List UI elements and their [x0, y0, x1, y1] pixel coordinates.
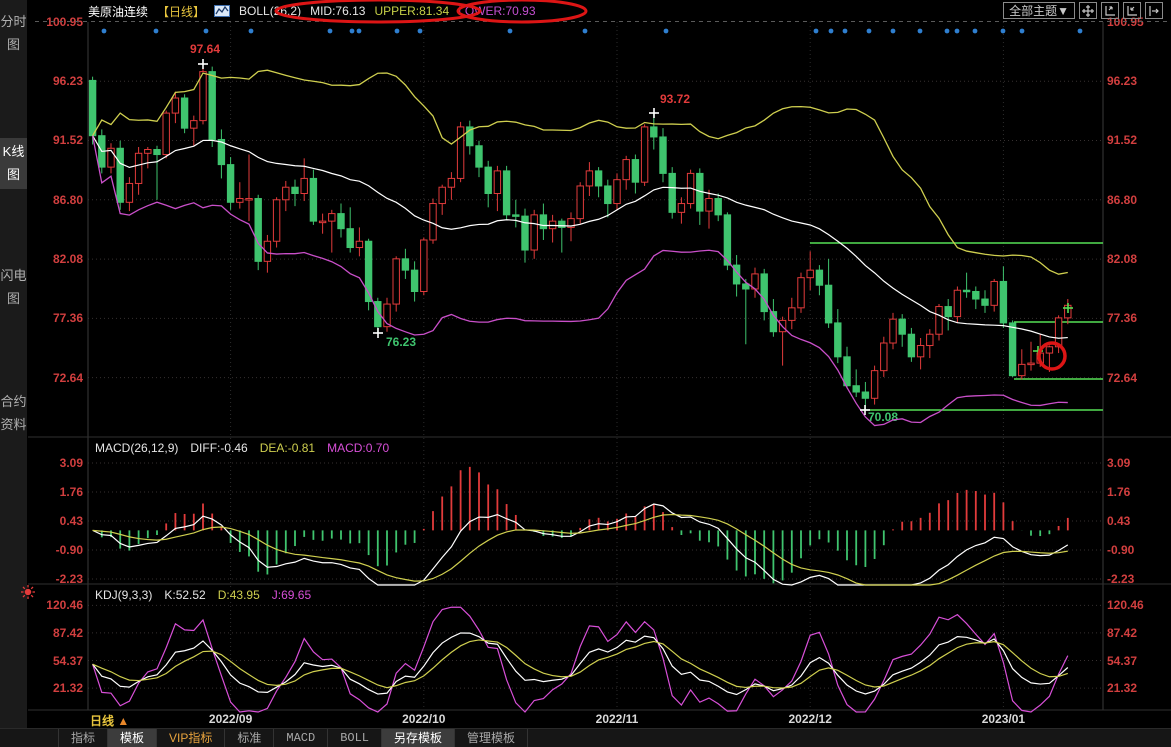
x-axis-date-label: 2022/09: [195, 712, 267, 726]
tab-模板[interactable]: 模板: [107, 729, 156, 747]
y-axis-label-right: 86.80: [1107, 193, 1137, 207]
chart-icon[interactable]: [214, 4, 230, 18]
y-axis-label-right: 91.52: [1107, 133, 1137, 147]
x-axis-date-label: 2022/10: [388, 712, 460, 726]
kdj-header: KDJ(9,3,3) K:52.52 D:43.95 J:69.65: [95, 588, 311, 602]
y-axis-label-right: -2.23: [1107, 572, 1134, 586]
x-axis-date-label: 2022/12: [774, 712, 846, 726]
theme-dropdown-label: 全部主题▼: [1009, 4, 1069, 18]
y-axis-label-left: 0.43: [31, 514, 83, 528]
boll-mid-value: MID:76.13: [310, 4, 365, 18]
y-axis-label-right: 54.37: [1107, 654, 1137, 668]
y-axis-label-right: 1.76: [1107, 485, 1130, 499]
left-sidebar: 分时图 K线图闪电图合约资料: [0, 0, 28, 728]
indicator-settings-icon[interactable]: [20, 584, 36, 605]
y-axis-label-left: 86.80: [31, 193, 83, 207]
crosshair-button[interactable]: [1079, 2, 1097, 19]
y-axis-label-right: 77.36: [1107, 311, 1137, 325]
y-axis-label-right: 96.23: [1107, 74, 1137, 88]
kdj-k-value: K:52.52: [164, 588, 205, 602]
theme-dropdown-button[interactable]: 全部主题▼: [1003, 2, 1075, 19]
y-axis-label-right: -0.90: [1107, 543, 1134, 557]
extreme-price-label: 76.23: [386, 335, 416, 349]
extreme-price-label: 70.08: [868, 410, 898, 424]
extreme-price-label: 97.64: [190, 42, 220, 56]
y-axis-label-left: 1.76: [31, 485, 83, 499]
y-axis-label-left: 82.08: [31, 252, 83, 266]
x-axis-date-label: 2022/11: [581, 712, 653, 726]
bottom-tab-bar: 指标模板VIP指标标准MACDBOLL另存模板管理模板: [0, 728, 1171, 747]
y-axis-label-right: 120.46: [1107, 598, 1144, 612]
boll-upper-value: UPPER:81.34: [374, 4, 449, 18]
macd-header: MACD(26,12,9) DIFF:-0.46 DEA:-0.81 MACD:…: [95, 441, 389, 455]
period-label[interactable]: 日线 ▲: [90, 712, 129, 729]
y-axis-label-left: 87.42: [31, 626, 83, 640]
chart-header: 美原油连续 【日线】 BOLL(26,2) MID:76.13 UPPER:81…: [88, 3, 536, 19]
tab-VIP指标[interactable]: VIP指标: [156, 729, 224, 747]
macd-value: MACD:0.70: [327, 441, 389, 455]
kdj-params-label: KDJ(9,3,3): [95, 588, 152, 602]
symbol-name: 美原油连续: [88, 3, 148, 20]
x-axis-date-label: 2023/01: [967, 712, 1039, 726]
y-axis-label-left: 3.09: [31, 456, 83, 470]
y-axis-label-left: 72.64: [31, 371, 83, 385]
tab-BOLL[interactable]: BOLL: [327, 729, 381, 747]
y-axis-label-left: 91.52: [31, 133, 83, 147]
y-axis-label-right: 87.42: [1107, 626, 1137, 640]
sidebar-item-K线图[interactable]: K线图: [0, 138, 27, 189]
tab-MACD[interactable]: MACD: [273, 729, 327, 747]
boll-lower-value: LOWER:70.93: [458, 4, 535, 18]
macd-dea-value: DEA:-0.81: [260, 441, 315, 455]
macd-params-label: MACD(26,12,9): [95, 441, 178, 455]
y-axis-label-left: 120.46: [31, 598, 83, 612]
pan-right-button[interactable]: [1145, 2, 1163, 19]
y-axis-label-right: 72.64: [1107, 371, 1137, 385]
y-axis-label-left: 54.37: [31, 654, 83, 668]
zoom-in-button[interactable]: [1101, 2, 1119, 19]
tab-标准[interactable]: 标准: [224, 729, 273, 747]
y-axis-label-left: 21.32: [31, 681, 83, 695]
chart-window: 分时图 K线图闪电图合约资料 美原油连续 【日线】 BOLL(26,2) MID:…: [0, 0, 1171, 747]
boll-params-label: BOLL(26,2): [239, 4, 301, 18]
y-axis-label-left: 77.36: [31, 311, 83, 325]
macd-diff-value: DIFF:-0.46: [190, 441, 247, 455]
tab-另存模板[interactable]: 另存模板: [381, 729, 454, 747]
tab-指标[interactable]: 指标: [58, 729, 107, 747]
kdj-j-value: J:69.65: [272, 588, 311, 602]
extreme-price-label: 93.72: [660, 92, 690, 106]
kdj-d-value: D:43.95: [218, 588, 260, 602]
zoom-out-button[interactable]: [1123, 2, 1141, 19]
sidebar-item-分时图[interactable]: 分时图: [0, 8, 27, 59]
sidebar-item-闪电图[interactable]: 闪电图: [0, 262, 27, 313]
period-up-arrow-icon: ▲: [117, 714, 129, 728]
tab-管理模板[interactable]: 管理模板: [454, 729, 528, 747]
y-axis-label-left: -0.90: [31, 543, 83, 557]
y-axis-label-right: 82.08: [1107, 252, 1137, 266]
y-axis-label-left: 96.23: [31, 74, 83, 88]
y-axis-label-left: -2.23: [31, 572, 83, 586]
y-axis-label-right: 0.43: [1107, 514, 1130, 528]
y-axis-label-right: 21.32: [1107, 681, 1137, 695]
y-axis-label-right: 3.09: [1107, 456, 1130, 470]
period-tag: 【日线】: [157, 3, 205, 20]
sidebar-item-合约资料[interactable]: 合约资料: [0, 388, 27, 439]
y-axis-label-left: 100.95: [31, 15, 83, 29]
period-label-text: 日线: [90, 714, 114, 728]
